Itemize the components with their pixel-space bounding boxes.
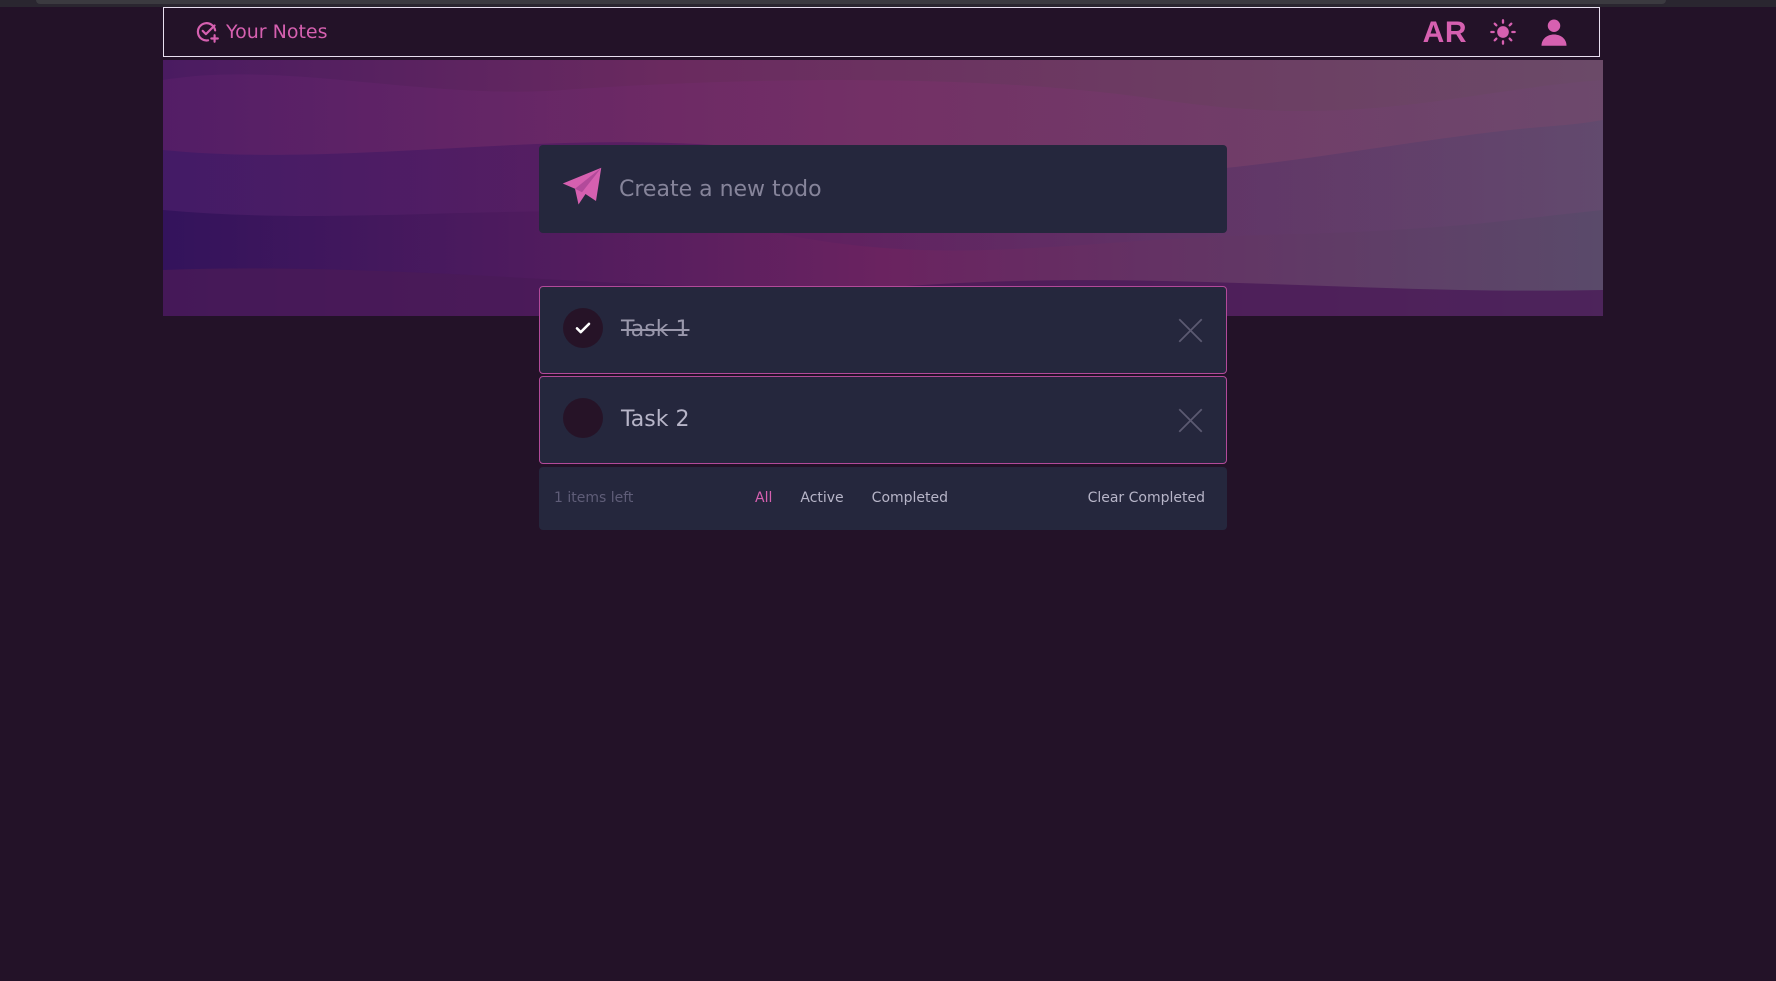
todo-text: Task 2 [621, 407, 690, 432]
browser-top-strip [0, 0, 1776, 7]
filter-active[interactable]: Active [800, 467, 843, 530]
filter-group: All Active Completed [755, 467, 948, 530]
items-left-count: 1 items left [554, 490, 634, 506]
filter-all[interactable]: All [755, 467, 772, 530]
new-todo-input[interactable] [617, 175, 1181, 203]
close-icon[interactable] [1177, 317, 1204, 348]
todo-checkbox-checked[interactable] [563, 308, 603, 348]
nav-actions: AR [1423, 8, 1569, 56]
todo-item[interactable]: Task 2 [539, 376, 1227, 464]
user-icon[interactable] [1539, 17, 1569, 47]
navbar: Your Notes AR [163, 7, 1600, 57]
close-icon[interactable] [1177, 407, 1204, 438]
paper-plane-icon[interactable] [561, 166, 603, 212]
todo-text: Task 1 [621, 317, 690, 342]
brand[interactable]: Your Notes [194, 8, 327, 56]
check-circle-plus-icon [194, 19, 220, 45]
todo-item[interactable]: Task 1 [539, 286, 1227, 374]
user-initials: AR [1422, 16, 1467, 49]
new-todo-box [539, 145, 1227, 233]
brand-label: Your Notes [226, 21, 328, 43]
clear-completed-button[interactable]: Clear Completed [1088, 467, 1205, 530]
todo-footer: 1 items left All Active Completed Clear … [539, 467, 1227, 530]
filter-completed[interactable]: Completed [872, 467, 948, 530]
todo-checkbox[interactable] [563, 398, 603, 438]
browser-top-strip-bar [36, 0, 1666, 4]
sun-icon[interactable] [1489, 18, 1517, 46]
